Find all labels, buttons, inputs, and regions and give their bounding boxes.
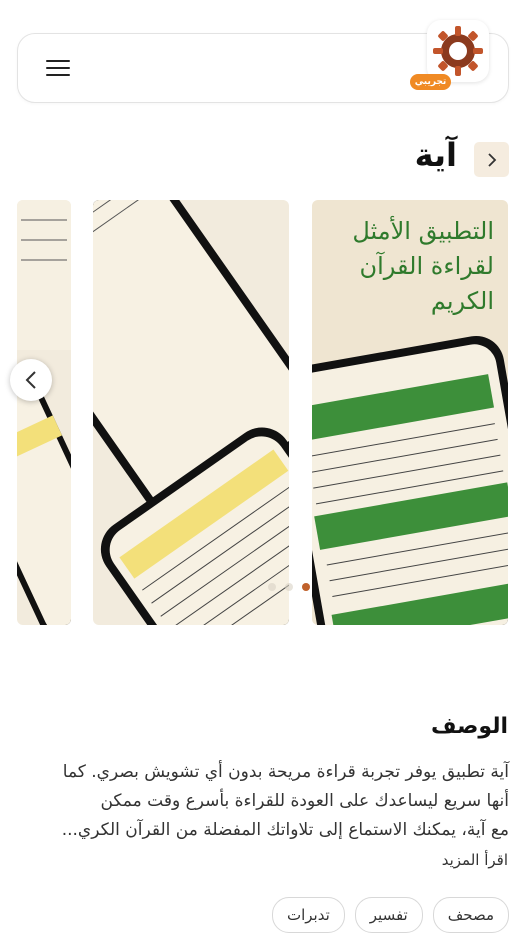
back-button[interactable]: [474, 142, 509, 177]
description-heading: الوصف: [430, 714, 508, 739]
description-line: آية تطبيق يوفر تجربة قراءة مريحة بدون أي…: [62, 762, 509, 782]
app-title: آية: [414, 136, 457, 174]
app-logo-icon[interactable]: [427, 20, 489, 82]
description-text: آية تطبيق يوفر تجربة قراءة مريحة بدون أي…: [22, 758, 509, 845]
description-line: مع آية، يمكنك الاستماع إلى تلاواتك المفض…: [61, 820, 509, 840]
beta-badge: تجريبي: [410, 74, 451, 90]
app-screenshot-3[interactable]: [17, 200, 71, 625]
hamburger-menu-icon[interactable]: [46, 60, 70, 78]
tag-mushaf[interactable]: مصحف: [432, 897, 509, 933]
carousel-dot[interactable]: [268, 583, 276, 591]
carousel-dot-active[interactable]: [302, 583, 310, 591]
app-screenshot-1[interactable]: التطبيق الأمثل لقراءة القرآن الكريم: [312, 200, 508, 625]
carousel-prev-button[interactable]: [10, 359, 52, 401]
read-more-link[interactable]: اقرأ المزيد: [442, 851, 508, 869]
tag-tafsir[interactable]: تفسير: [354, 897, 423, 933]
category-tags: مصحف تفسير تدبرات: [271, 897, 509, 933]
logo-graphic: [433, 26, 483, 76]
description-line: أنها سريع ليساعدك على العودة للقراءة بأس…: [100, 791, 509, 811]
tag-tadabburat[interactable]: تدبرات: [271, 897, 345, 933]
chevron-left-icon: [25, 371, 36, 389]
phone-mockup-graphic: [17, 200, 71, 625]
carousel-dot[interactable]: [285, 583, 293, 591]
app-screenshot-2[interactable]: [93, 200, 289, 625]
phone-mockup-graphic: [312, 335, 508, 625]
chevron-right-icon: [487, 152, 496, 167]
phone-mockup-graphic: [93, 200, 289, 625]
